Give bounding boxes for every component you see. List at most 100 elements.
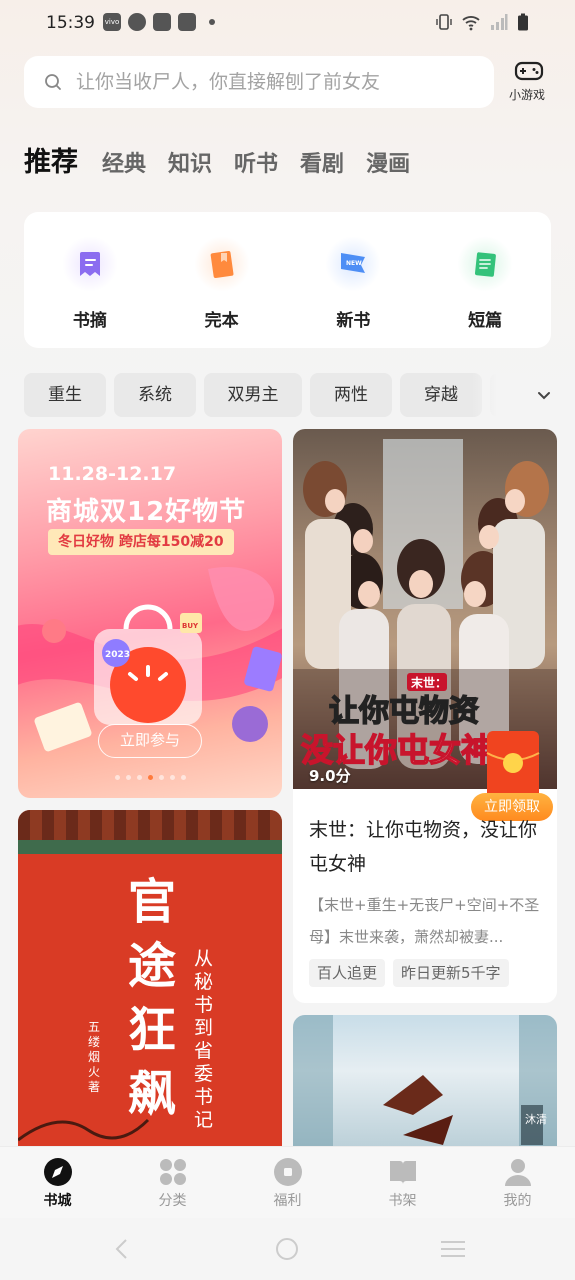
- vibrate-icon: [436, 14, 452, 30]
- mini-game-button[interactable]: 小游戏: [505, 56, 553, 103]
- quick-entry-new-books[interactable]: NEW 新书: [288, 212, 420, 348]
- book-tags: 百人追更 昨日更新5千字: [309, 959, 509, 987]
- book-card[interactable]: 官途狂飙 从秘书到省委书记 五缕烟火著: [18, 810, 282, 1150]
- svg-text:2023: 2023: [105, 650, 130, 660]
- svg-text:NEW: NEW: [346, 260, 362, 267]
- genre-chip-system[interactable]: 系统: [114, 373, 196, 417]
- tab-drama[interactable]: 看剧: [300, 146, 344, 178]
- book-description: 【末世+重生+无丧尸+空间+不圣母】末世来袭，萧然却被妻...: [309, 896, 540, 946]
- book-cover-author: 五缕烟火著: [88, 1020, 101, 1094]
- system-navigation-bar: [0, 1218, 575, 1280]
- nav-welfare[interactable]: 福利: [230, 1147, 345, 1218]
- category-tabs: 推荐 经典 知识 听书 看剧 漫画: [24, 140, 432, 179]
- genre-chip-time-travel[interactable]: 穿越: [400, 373, 482, 417]
- more-notifications-icon: [209, 19, 215, 25]
- gamepad-icon: [514, 61, 544, 81]
- join-now-button[interactable]: 立即参与: [98, 724, 202, 758]
- app-icon: [128, 13, 146, 31]
- carousel-dot: [125, 775, 131, 780]
- quick-entry-label: 书摘: [72, 311, 107, 331]
- nav-label: 我的: [503, 1193, 532, 1209]
- shopping-bag-icon: 2023 BUY: [94, 604, 202, 725]
- cover-branch: [18, 1118, 150, 1142]
- tab-recommend[interactable]: 推荐: [24, 140, 78, 179]
- system-status-icons: [436, 13, 529, 31]
- genre-chip-rebirth[interactable]: 重生: [24, 373, 106, 417]
- carousel-dot: [147, 775, 153, 780]
- quick-entry-label: 新书: [336, 311, 371, 331]
- banner-title: 商城双12好物节: [46, 497, 247, 527]
- nav-label: 福利: [273, 1193, 302, 1209]
- banner-date: 11.28-12.17: [48, 463, 177, 485]
- book-tag: 百人追更: [309, 959, 386, 987]
- carousel-dot: [169, 775, 175, 780]
- carousel-dots: [18, 775, 282, 780]
- new-flag-icon: NEW: [325, 236, 382, 292]
- bookmark-icon: [61, 236, 118, 292]
- mail-icon: [153, 13, 171, 31]
- home-icon[interactable]: [275, 1237, 299, 1261]
- tab-audiobook[interactable]: 听书: [234, 146, 278, 178]
- signal-icon: [491, 14, 508, 30]
- back-icon[interactable]: [112, 1238, 132, 1260]
- genre-chip-bl[interactable]: 双男主: [204, 373, 302, 417]
- vivo-icon: vivo: [103, 13, 121, 31]
- promo-banner[interactable]: 11.28-12.17 商城双12好物节 冬日好物 跨店每150减20 2023…: [18, 429, 282, 798]
- book-card[interactable]: 末世： 让你屯物资 没让你屯女神 9.0分 立即领取 末世：让你屯物资，没让你屯…: [293, 429, 557, 1003]
- menu-icon[interactable]: [440, 1240, 466, 1258]
- wifi-icon: [462, 16, 480, 31]
- svg-text:让你屯物资: 让你屯物资: [329, 694, 479, 729]
- book-complete-icon: [193, 236, 250, 292]
- carousel-dot: [158, 775, 164, 780]
- category-icon: [159, 1159, 186, 1185]
- nav-label: 书城: [43, 1193, 72, 1209]
- book-cover: 沐清: [293, 1015, 557, 1155]
- bottom-navigation: 书城 分类 福利 书架 我的: [0, 1146, 575, 1218]
- quick-entry-short-stories[interactable]: 短篇: [419, 212, 551, 348]
- battery-icon: [518, 13, 528, 31]
- quick-entry-card: 书摘 完本 NEW 新书 短篇: [24, 212, 551, 348]
- quick-entry-label: 短篇: [468, 311, 503, 331]
- compass-icon: [43, 1158, 72, 1186]
- tab-classic[interactable]: 经典: [102, 146, 146, 178]
- nav-bookstore[interactable]: 书城: [0, 1147, 115, 1218]
- status-time: 15:39: [46, 13, 95, 33]
- search-input[interactable]: [76, 71, 476, 93]
- book-title: 末世：让你屯物资，没让你屯女神: [309, 819, 538, 875]
- search-bar[interactable]: [24, 56, 494, 108]
- quick-entry-label: 完本: [204, 311, 239, 331]
- book-card[interactable]: 沐清: [293, 1015, 557, 1155]
- genre-chips: 重生系统双男主两性穿越玄: [24, 373, 500, 417]
- nav-label: 书架: [388, 1193, 417, 1209]
- gift-coin-icon: [273, 1158, 302, 1186]
- nav-bookshelf[interactable]: 书架: [345, 1147, 460, 1218]
- mail-icon: [178, 13, 196, 31]
- bookshelf-icon: [389, 1161, 416, 1184]
- book-rating: 9.0分: [309, 767, 351, 785]
- chevron-down-icon[interactable]: [534, 385, 554, 405]
- quick-entry-completed[interactable]: 完本: [156, 212, 288, 348]
- search-icon: [45, 74, 61, 90]
- book-cover-title: 官途狂飙: [127, 874, 176, 1122]
- notification-icons: vivo: [103, 13, 215, 31]
- svg-text:末世：: 末世：: [411, 675, 447, 690]
- genre-chip-gender[interactable]: 两性: [310, 373, 392, 417]
- mini-game-label: 小游戏: [508, 88, 545, 102]
- book-tag: 昨日更新5千字: [393, 959, 509, 987]
- cover-beam: [18, 840, 282, 854]
- tab-comics[interactable]: 漫画: [366, 146, 410, 178]
- banner-subtitle: 冬日好物 跨店每150减20: [48, 529, 234, 555]
- carousel-dot: [114, 775, 120, 780]
- carousel-dot: [136, 775, 142, 780]
- svg-text:没让你屯女神: 没让你屯女神: [301, 731, 493, 769]
- nav-category[interactable]: 分类: [115, 1147, 230, 1218]
- svg-text:沐清: 沐清: [525, 1113, 547, 1126]
- nav-profile[interactable]: 我的: [460, 1147, 575, 1218]
- profile-icon: [504, 1159, 531, 1186]
- tab-knowledge[interactable]: 知识: [168, 146, 212, 178]
- nav-label: 分类: [158, 1193, 187, 1209]
- status-bar: 15:39 vivo: [0, 0, 575, 46]
- chip-fade: [472, 373, 528, 417]
- scroll-icon: [457, 236, 514, 292]
- quick-entry-excerpts[interactable]: 书摘: [24, 212, 156, 348]
